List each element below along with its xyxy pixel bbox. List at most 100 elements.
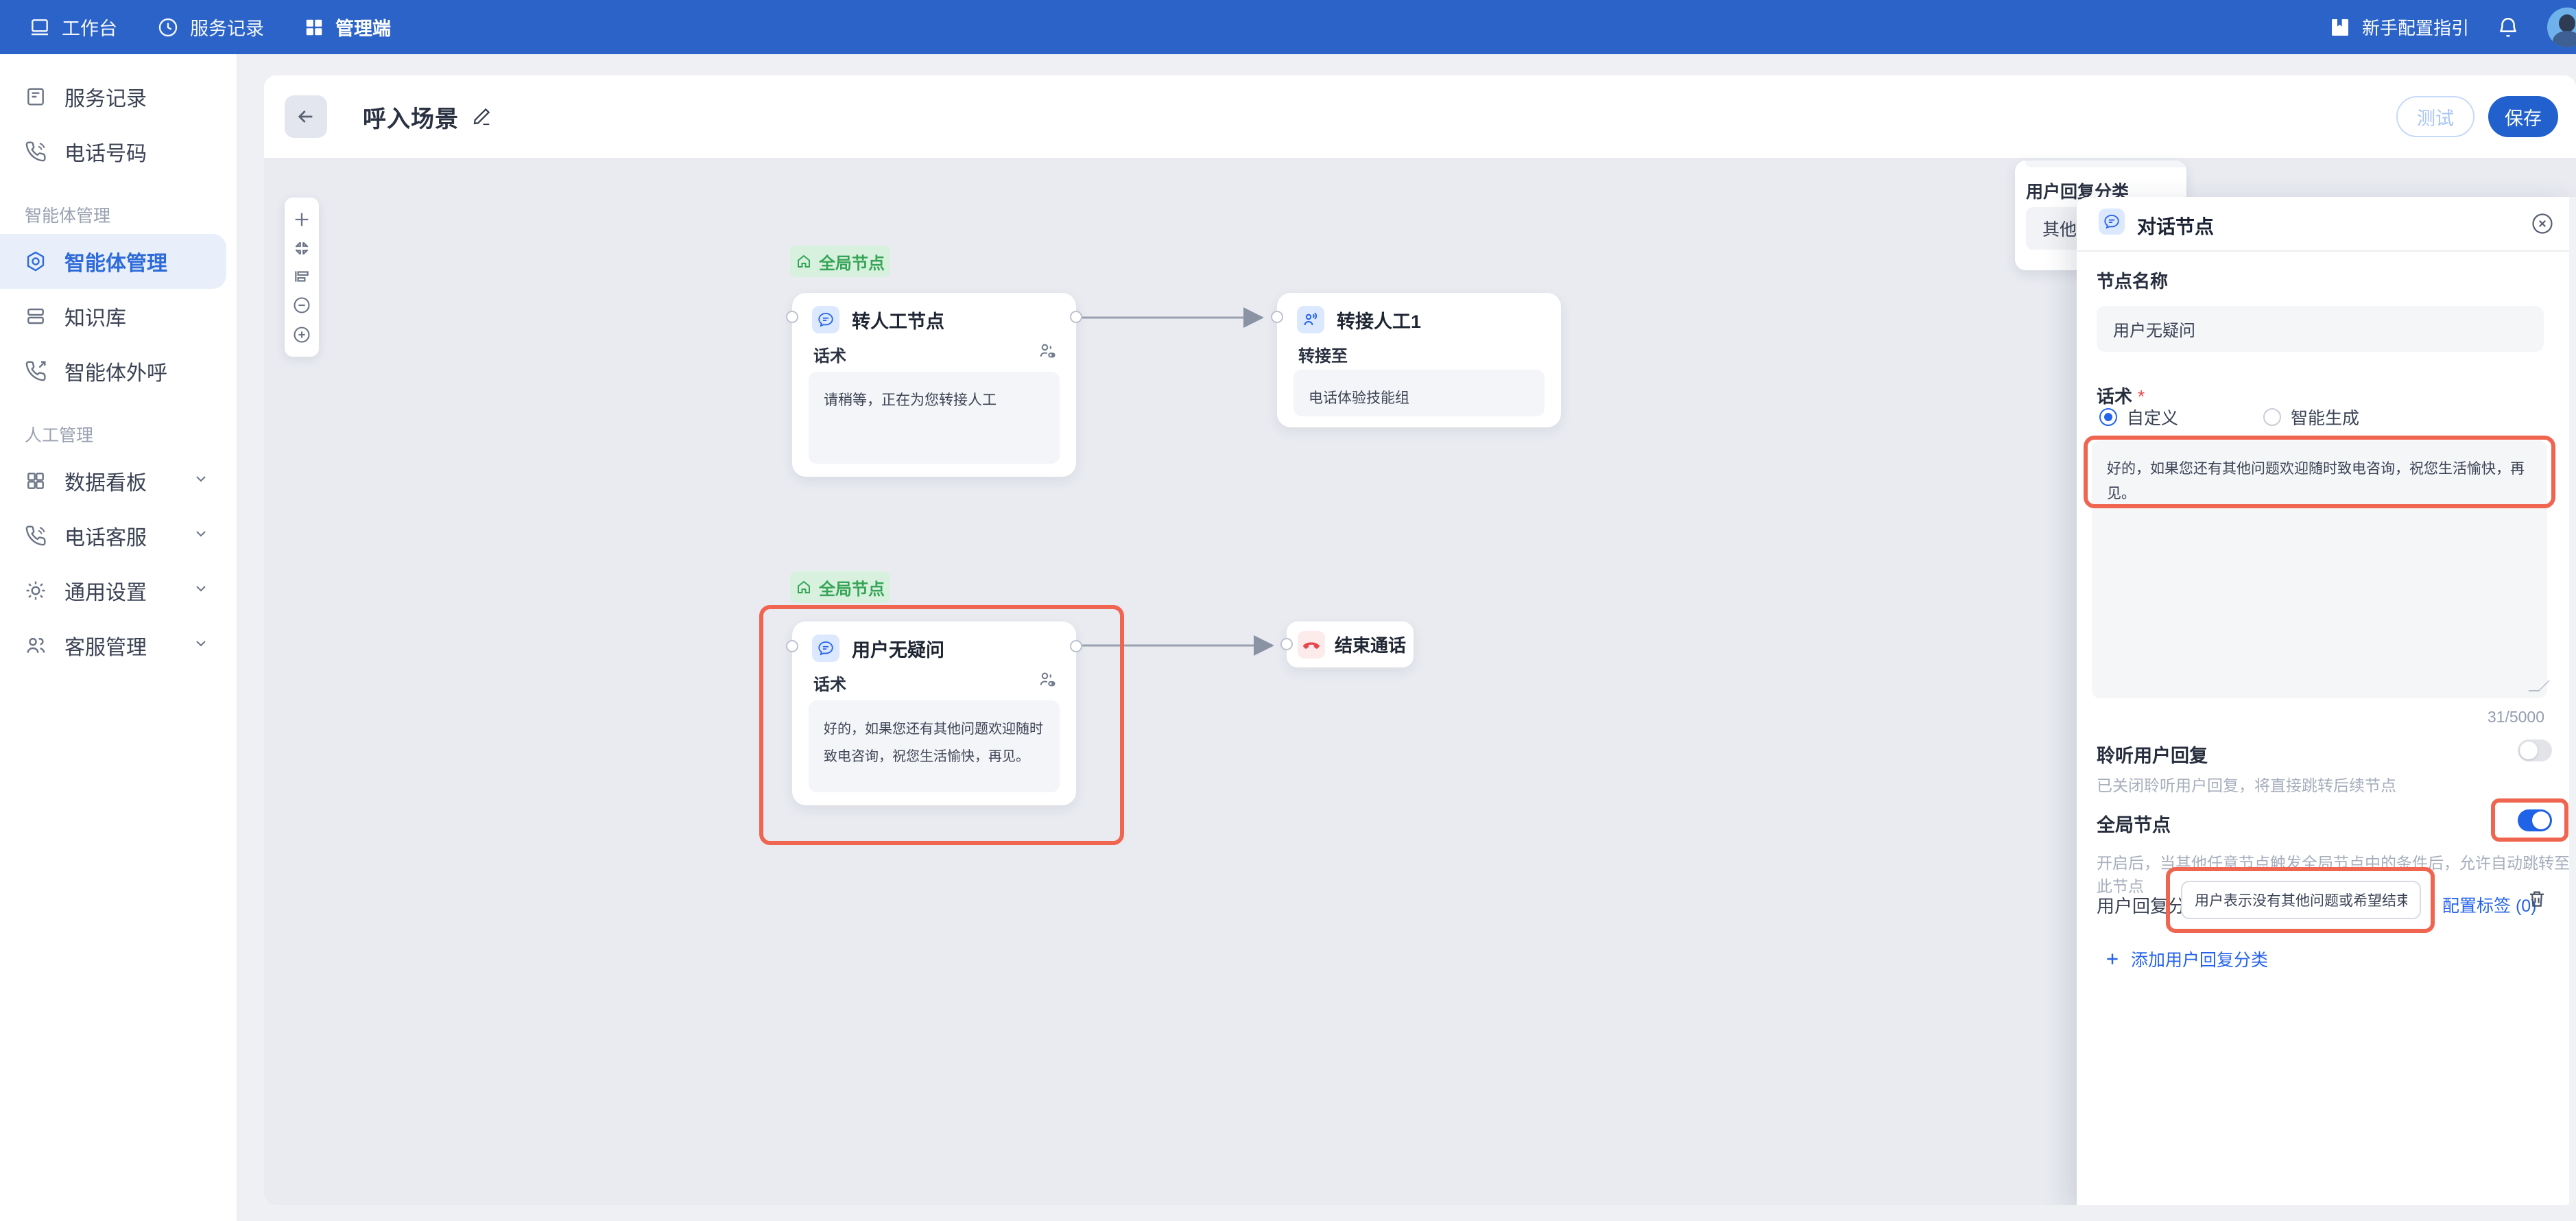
arrow-left-icon (295, 106, 317, 128)
newbie-guide-label: 新手配置指引 (2362, 14, 2469, 40)
chat-node-icon (812, 635, 839, 662)
fit-view-icon[interactable] (293, 239, 311, 257)
back-button[interactable] (285, 95, 327, 138)
phone-icon (25, 141, 47, 163)
node-end-call[interactable]: 结束通话 (1287, 621, 1414, 667)
input-port[interactable] (786, 311, 798, 323)
add-node-icon[interactable] (292, 210, 311, 229)
trash-icon[interactable] (2527, 888, 2547, 909)
user-voice-icon[interactable] (1038, 669, 1057, 689)
output-port[interactable] (1070, 640, 1082, 652)
chevron-down-icon[interactable] (193, 524, 209, 547)
node-script-label: 话术 (813, 671, 846, 695)
hidden-content-box (2025, 161, 2186, 167)
tab-service-records[interactable]: 服务记录 (157, 14, 264, 40)
plus-icon (2103, 950, 2121, 968)
phone-icon (25, 525, 47, 547)
hexagon-nut-icon (25, 250, 47, 272)
avatar[interactable] (2547, 8, 2576, 47)
radio-ai-generate[interactable] (2263, 408, 2281, 426)
input-port[interactable] (1280, 638, 1293, 650)
input-port[interactable] (786, 640, 798, 652)
add-reply-class-label: 添加用户回复分类 (2131, 947, 2268, 971)
edit-icon[interactable] (471, 106, 492, 127)
newbie-guide-link[interactable]: 新手配置指引 (2329, 14, 2469, 40)
config-tag-link[interactable]: 配置标签 (0) (2442, 892, 2537, 917)
char-counter: 31/5000 (2488, 708, 2544, 726)
home-icon (796, 253, 812, 270)
chat-node-icon (812, 306, 839, 333)
sidebar-item-agent-outbound[interactable]: 智能体外呼 (0, 344, 237, 399)
node-script-content: 请稍等，正在为您转接人工 (809, 372, 1060, 464)
listen-toggle-label: 聆听用户回复 (2097, 741, 2208, 768)
sidebar-label: 电话号码 (64, 137, 147, 167)
node-script-label: 话术 (813, 342, 846, 366)
sidebar-item-agent-management[interactable]: 智能体管理 (0, 234, 226, 289)
chevron-down-icon[interactable] (193, 469, 209, 493)
panel-title: 对话节点 (2137, 212, 2214, 239)
tab-admin[interactable]: 管理端 (304, 14, 391, 40)
tab-workbench[interactable]: 工作台 (29, 14, 117, 40)
radio-ai-label: 智能生成 (2291, 405, 2359, 429)
gear-icon (25, 580, 47, 602)
node-title: 转人工节点 (852, 307, 944, 333)
node-name-label: 节点名称 (2097, 268, 2168, 293)
script-mode-radios: 自定义 智能生成 (2099, 405, 2359, 429)
test-button[interactable]: 测试 (2396, 96, 2474, 137)
tab-workbench-label: 工作台 (62, 14, 117, 40)
node-user-no-question[interactable]: 用户无疑问 话术 好的，如果您还有其他问题欢迎随时致电咨询，祝您生活愉快，再见。 (792, 621, 1076, 805)
chevron-down-icon[interactable] (193, 634, 209, 657)
laptop-icon (29, 16, 51, 38)
bell-icon[interactable] (2496, 16, 2520, 39)
reply-class-input[interactable] (2181, 881, 2421, 919)
sidebar-section-manual: 人工管理 (0, 422, 237, 447)
divider (2077, 250, 2576, 252)
script-textarea[interactable]: 好的，如果您还有其他问题欢迎随时致电咨询，祝您生活愉快，再见。 (2092, 440, 2547, 698)
node-title: 结束通话 (1335, 632, 1406, 657)
agent-node-icon (1297, 306, 1324, 333)
output-port[interactable] (1070, 311, 1082, 323)
grid-outline-icon (25, 470, 47, 492)
tab-admin-label: 管理端 (335, 14, 391, 40)
global-node-tag-label: 全局节点 (819, 250, 885, 274)
sidebar-item-general-settings[interactable]: 通用设置 (0, 563, 237, 618)
sidebar-item-agent-staff-management[interactable]: 客服管理 (0, 618, 237, 673)
hangup-icon (1298, 631, 1325, 659)
sidebar-section-agent: 智能体管理 (0, 202, 237, 227)
input-port[interactable] (1271, 311, 1283, 323)
grid-icon (304, 17, 324, 38)
document-icon (25, 86, 47, 108)
global-node-tag: 全局节点 (790, 246, 890, 277)
node-skill-group: 电话体验技能组 (1293, 370, 1545, 416)
listen-toggle[interactable] (2518, 739, 2552, 761)
zoom-in-icon[interactable] (292, 325, 311, 344)
sidebar-item-phone-numbers[interactable]: 电话号码 (0, 124, 237, 179)
book-icon (2329, 16, 2351, 39)
auto-layout-icon[interactable] (293, 268, 311, 285)
home-icon (796, 579, 812, 595)
chevron-down-icon[interactable] (193, 579, 209, 602)
flow-canvas[interactable]: 全局节点 转人工节点 话术 请稍等，正在为您转接人工 转接人工1 (264, 158, 2576, 1205)
global-toggle[interactable] (2518, 809, 2552, 831)
node-title: 用户无疑问 (852, 635, 944, 662)
close-icon[interactable] (2531, 212, 2554, 235)
listen-desc: 已关闭聆听用户回复，将直接跳转后续节点 (2097, 772, 2396, 796)
sidebar-item-dashboard[interactable]: 数据看板 (0, 453, 237, 508)
sidebar-label: 知识库 (64, 301, 126, 331)
sidebar-item-knowledge-base[interactable]: 知识库 (0, 289, 237, 344)
node-name-input[interactable] (2097, 306, 2544, 352)
zoom-out-icon[interactable] (292, 296, 311, 315)
save-button[interactable]: 保存 (2488, 96, 2558, 137)
user-voice-icon[interactable] (1038, 341, 1057, 360)
node-transfer-agent[interactable]: 转接人工1 转接至 电话体验技能组 (1277, 293, 1561, 427)
people-icon (25, 635, 47, 656)
sidebar-label: 智能体外呼 (64, 356, 167, 386)
scrollbar[interactable] (2569, 197, 2576, 1205)
sidebar-item-phone-service[interactable]: 电话客服 (0, 508, 237, 563)
sidebar-item-service-records[interactable]: 服务记录 (0, 69, 237, 124)
sidebar-label: 客服管理 (64, 630, 147, 661)
radio-custom[interactable] (2099, 408, 2117, 426)
add-reply-class-button[interactable]: 添加用户回复分类 (2103, 947, 2268, 971)
node-transfer-script[interactable]: 转人工节点 话术 请稍等，正在为您转接人工 (792, 293, 1076, 477)
clock-icon (157, 16, 179, 38)
